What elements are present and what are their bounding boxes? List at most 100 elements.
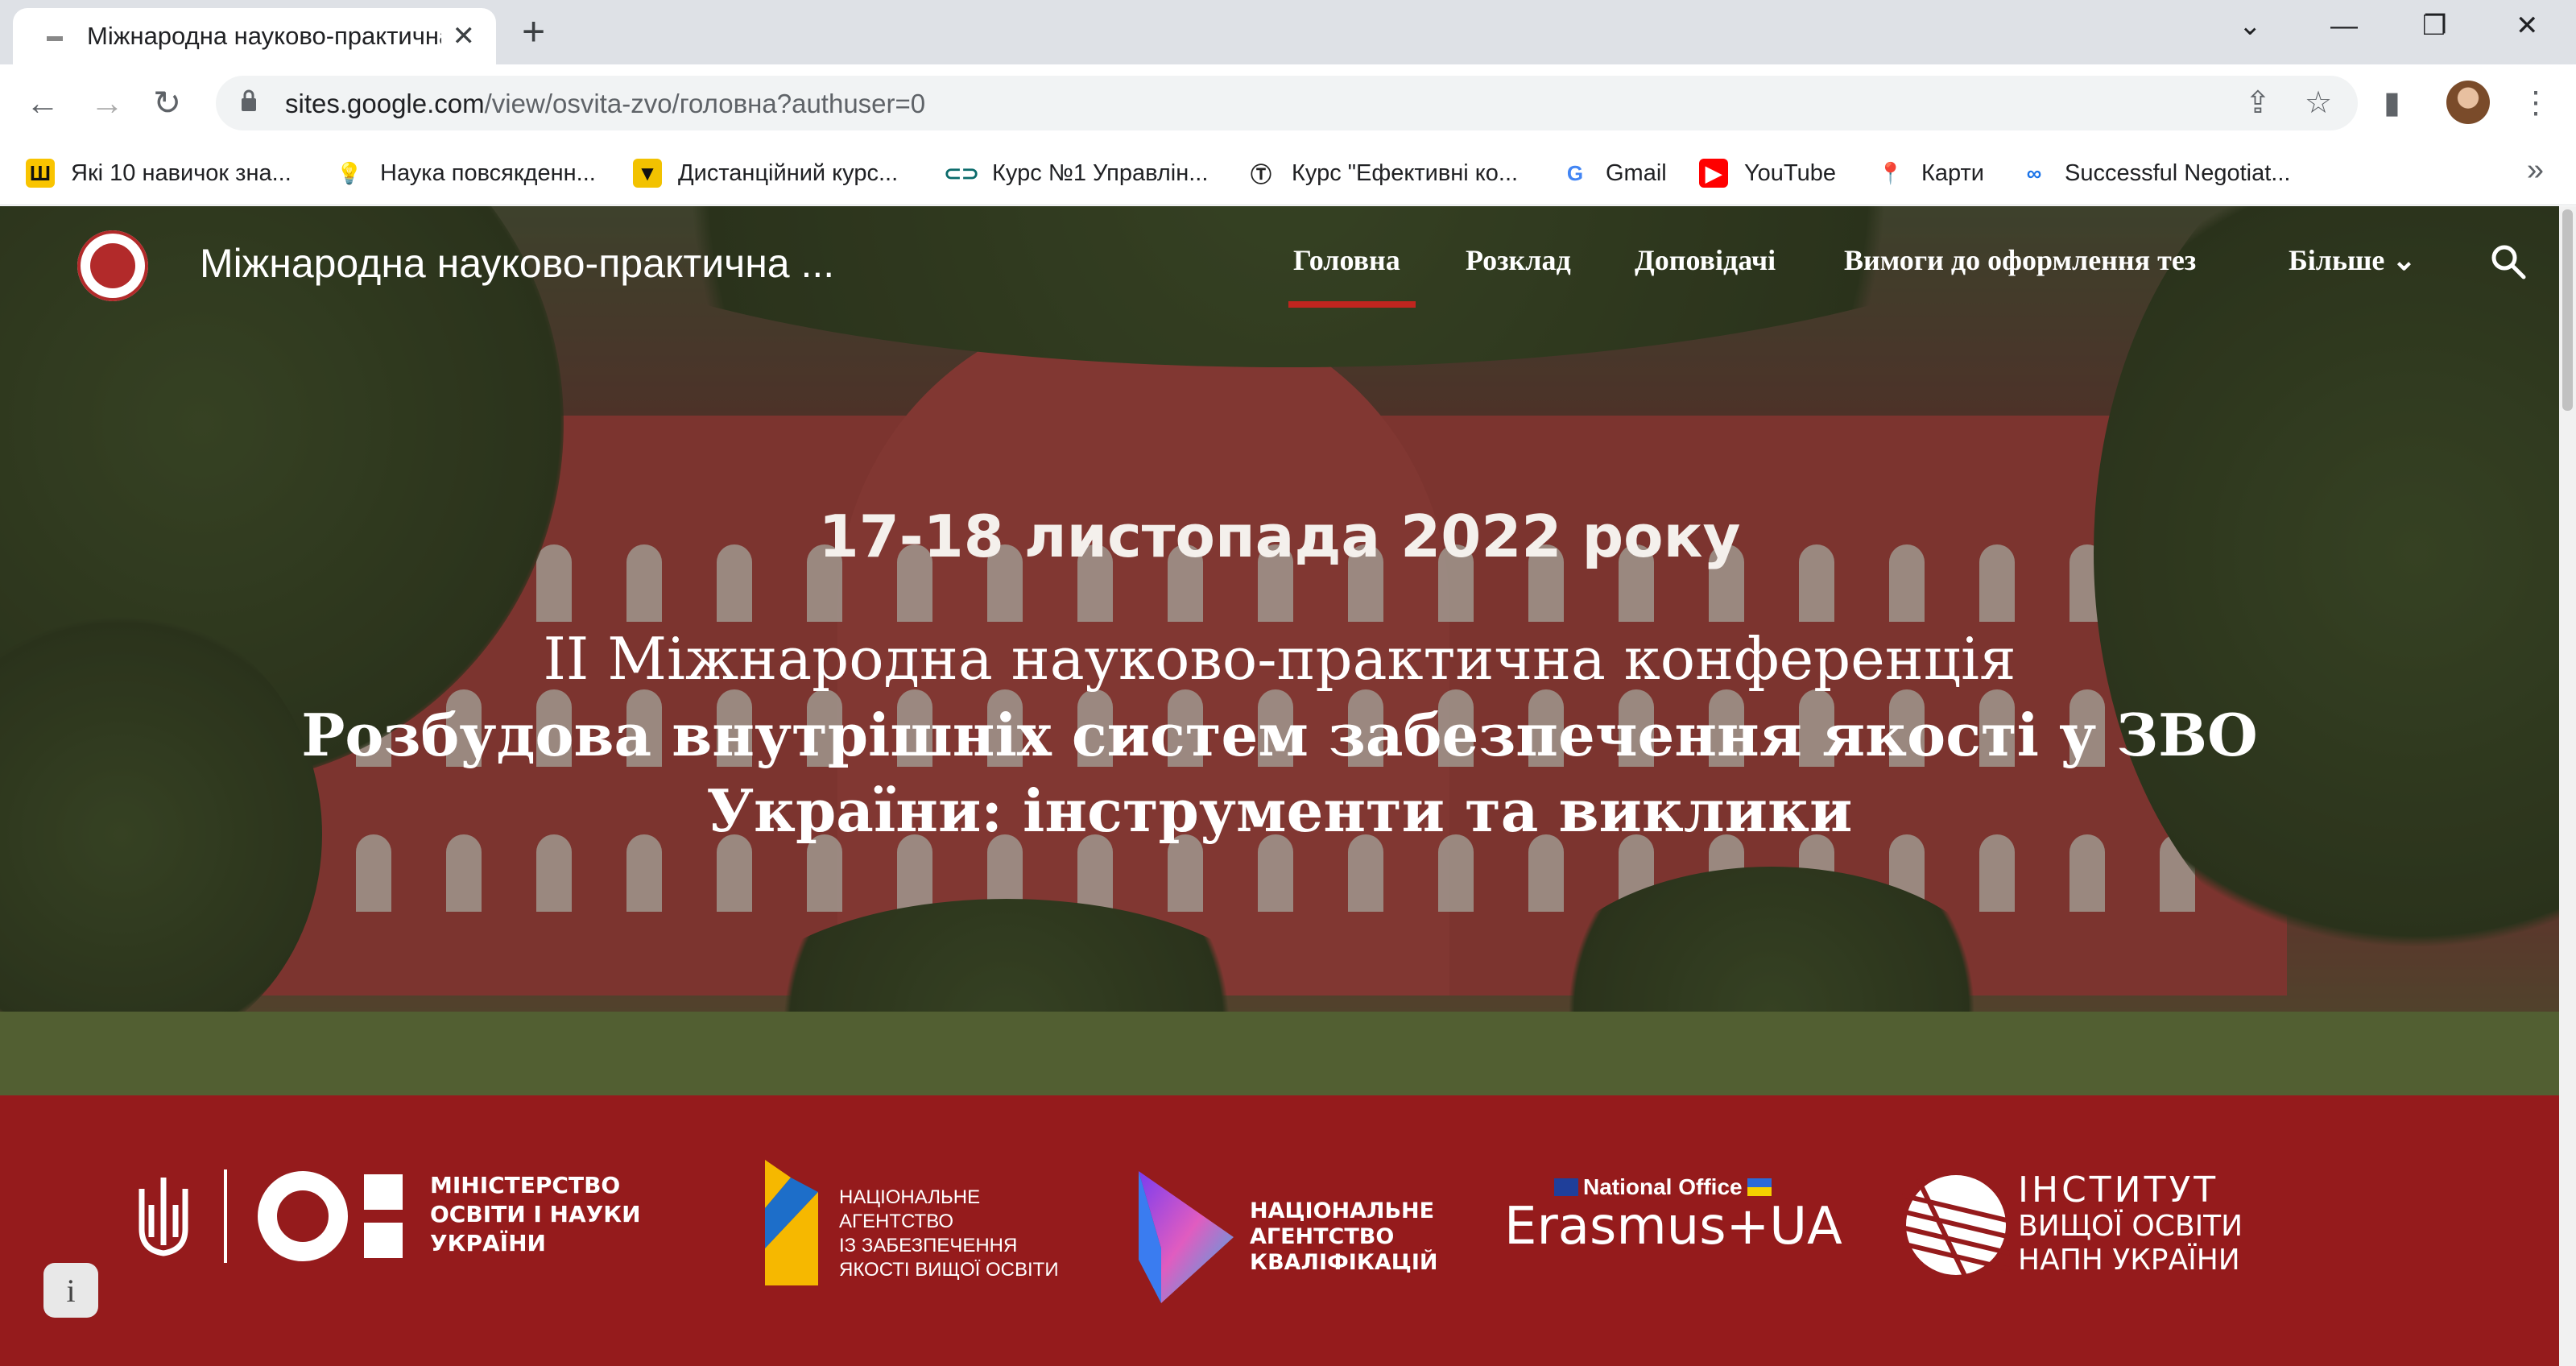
naqa-text-3: ІЗ ЗАБЕЗПЕЧЕННЯ (839, 1235, 1018, 1256)
nqa-text-3: КВАЛІФІКАЦІЙ (1250, 1250, 1438, 1275)
bookmark-label: Курс №1 Управлін... (992, 159, 1209, 186)
close-window-button[interactable]: ✕ (2516, 10, 2539, 42)
bookmark-label: Gmail (1606, 159, 1667, 186)
ihe-globe-icon (1902, 1175, 2010, 1279)
bookmark-item[interactable]: Ⓣ Курс "Ефективні ко... (1247, 153, 1518, 193)
minimize-button[interactable]: — (2330, 10, 2358, 42)
ua-flag-icon (1747, 1178, 1772, 1196)
trident-icon (139, 1178, 188, 1256)
scrollbar-thumb[interactable] (2562, 209, 2573, 411)
bookmark-favicon-icon: 📍 (1876, 159, 1905, 188)
address-bar[interactable]: sites.google.com/view/osvita-zvo/головна… (216, 76, 2358, 130)
partners-strip: МІНІСТЕРСТВО ОСВІТИ І НАУКИ УКРАЇНИ НАЦІ… (0, 1095, 2559, 1366)
new-tab-button[interactable]: + (522, 11, 545, 52)
site-header: Міжнародна науково-практична ... Головна… (0, 206, 2559, 316)
nav-requirements[interactable]: Вимоги до оформлення тез (1844, 243, 2196, 277)
bookmark-item[interactable]: G Gmail (1561, 153, 1667, 193)
bookmark-favicon-icon: 💡 (335, 159, 364, 188)
nav-home[interactable]: Головна (1293, 243, 1400, 277)
naqa-text-2: АГЕНТСТВО (839, 1211, 954, 1232)
bookmark-item[interactable]: ▶ YouTube (1699, 153, 1836, 193)
bookmark-favicon-icon: ∞ (2020, 159, 2049, 188)
naqa-logo-icon (765, 1160, 818, 1285)
bookmark-label: Дистанційний курс... (678, 159, 899, 186)
menu-kebab-icon[interactable]: ⋮ (2520, 84, 2551, 122)
partner-naqa[interactable]: НАЦІОНАЛЬНЕ АГЕНТСТВО ІЗ ЗАБЕЗПЕЧЕННЯ ЯК… (765, 1160, 1059, 1289)
bookmark-label: Які 10 навичок зна... (71, 159, 292, 186)
mon-divider (224, 1169, 227, 1263)
bookmark-label: YouTube (1744, 159, 1836, 186)
bookmark-label: Карти (1921, 159, 1984, 186)
bookmarks-overflow-icon[interactable]: » (2527, 153, 2544, 188)
conference-title-line-3: України: інструменти та виклики (706, 776, 1853, 845)
conference-date: 17-18 листопада 2022 року (818, 503, 1741, 570)
tab-close-icon[interactable]: ✕ (453, 23, 476, 50)
browser-toolbar: ← → ↻ sites.google.com/view/osvita-zvo/г… (0, 64, 2576, 143)
bookmark-item[interactable]: 💡 Наука повсякденн... (335, 153, 596, 193)
info-icon[interactable]: i (43, 1263, 98, 1318)
tab-title: Міжнародна науково-практична ... (87, 22, 441, 50)
site-title[interactable]: Міжнародна науково-практична ... (200, 240, 834, 287)
nav-more[interactable]: Більше ⌄ (2289, 243, 2417, 277)
naqa-text-4: ЯКОСТІ ВИЩОЇ ОСВІТИ (839, 1259, 1059, 1281)
nav-speakers[interactable]: Доповідачі (1635, 243, 1776, 277)
bookmark-favicon-icon: Ш (26, 159, 55, 188)
profile-avatar[interactable] (2446, 81, 2490, 124)
nqa-text-1: НАЦІОНАЛЬНЕ (1250, 1198, 1435, 1223)
ihe-text-2: ВИЩОЇ ОСВІТИ (2018, 1210, 2243, 1243)
bookmark-favicon-icon: ▶ (1699, 159, 1728, 188)
erasmus-logo-text: Erasmus+UA (1504, 1197, 1842, 1256)
tab-strip: ▬ Міжнародна науково-практична ... ✕ + ⌄… (0, 0, 2576, 64)
share-icon[interactable]: ⇪ (2245, 87, 2271, 119)
search-icon[interactable] (2488, 242, 2528, 282)
bookmarks-bar: » Ш Які 10 навичок зна... 💡 Наука повсякден… (0, 143, 2576, 205)
info-button-label: i (66, 1272, 76, 1309)
active-tab[interactable]: ▬ Міжнародна науково-практична ... ✕ (13, 8, 496, 64)
partner-erasmus[interactable]: National Office Erasmus+UA (1504, 1174, 1842, 1255)
bookmark-label: Наука повсякденн... (380, 159, 596, 186)
partner-mon[interactable]: МІНІСТЕРСТВО ОСВІТИ І НАУКИ УКРАЇНИ (134, 1169, 657, 1266)
url-text: sites.google.com/view/osvita-zvo/головна… (285, 89, 926, 118)
conference-title-line-1: II Міжнародна науково-практична конферен… (543, 625, 2016, 693)
bookmark-label: Successful Negotiat... (2065, 159, 2291, 186)
site-logo[interactable] (77, 230, 148, 301)
partner-nqa[interactable]: НАЦІОНАЛЬНЕ АГЕНТСТВО КВАЛІФІКАЦІЙ (1139, 1171, 1438, 1308)
back-arrow-icon[interactable]: ← (26, 84, 60, 122)
mon-text-3: УКРАЇНИ (430, 1230, 546, 1256)
side-panel-icon[interactable]: ▮ (2384, 84, 2400, 122)
page-viewport: Міжнародна науково-практична ... Головна… (0, 206, 2559, 1366)
tab-search-icon[interactable]: ⌄ (2239, 10, 2262, 42)
ihe-text-1: ІНСТИТУТ (2018, 1169, 2219, 1211)
bookmark-item[interactable]: ⊂⊃ Курс №1 Управлін... (944, 153, 1209, 193)
eu-flag-icon (1554, 1178, 1578, 1196)
bookmark-label: Курс "Ефективні ко... (1292, 159, 1519, 186)
bookmark-item[interactable]: 📍 Карти (1876, 153, 1984, 193)
chevron-down-icon: ⌄ (2392, 244, 2417, 276)
bookmark-star-icon[interactable]: ☆ (2305, 87, 2332, 119)
nav-schedule[interactable]: Розклад (1466, 243, 1571, 277)
bookmark-item[interactable]: ∞ Successful Negotiat... (2020, 153, 2290, 193)
nqa-logo-icon (1139, 1171, 1234, 1303)
mon-text-2: ОСВІТИ І НАУКИ (430, 1201, 641, 1227)
page-scrollbar[interactable] (2559, 206, 2576, 1366)
reload-icon[interactable]: ↻ (153, 84, 181, 122)
bookmark-favicon-icon: ⊂⊃ (944, 159, 979, 188)
nqa-text-2: АГЕНТСТВО (1250, 1224, 1395, 1249)
mon-logo-icon (258, 1171, 403, 1261)
bookmark-favicon-icon: Ⓣ (1247, 159, 1276, 188)
restore-button[interactable]: ❐ (2422, 10, 2446, 42)
hero-banner: Міжнародна науково-практична ... Головна… (0, 206, 2559, 1095)
lock-icon (242, 89, 256, 111)
bookmark-item[interactable]: Ш Які 10 навичок зна... (26, 153, 292, 193)
conference-title-line-2: Розбудова внутрішніх систем забезпечення… (301, 701, 2258, 769)
ihe-text-3: НАПН УКРАЇНИ (2018, 1244, 2240, 1277)
partner-ihe[interactable]: ІНСТИТУТ ВИЩОЇ ОСВІТИ НАПН УКРАЇНИ (1902, 1169, 2243, 1292)
mon-text-1: МІНІСТЕРСТВО (430, 1172, 621, 1198)
nav-active-indicator (1288, 301, 1416, 308)
bookmark-favicon-icon: G (1561, 159, 1590, 188)
naqa-text-1: НАЦІОНАЛЬНЕ (839, 1186, 981, 1208)
bookmark-favicon-icon: ▼ (633, 159, 662, 188)
bookmark-item[interactable]: ▼ Дистанційний курс... (633, 153, 898, 193)
forward-arrow-icon[interactable]: → (90, 84, 124, 122)
site-favicon-icon: ▬ (47, 27, 63, 45)
